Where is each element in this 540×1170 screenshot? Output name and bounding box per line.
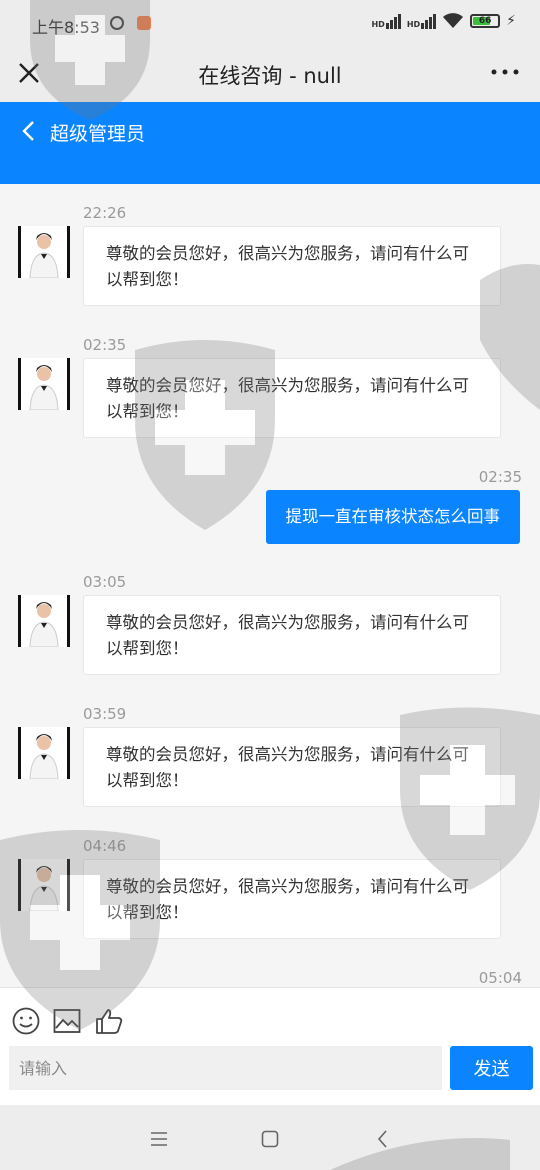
status-time: 上午8:53 — [32, 18, 100, 37]
message-time: 02:35 — [478, 468, 522, 486]
message-time: 03:05 — [83, 573, 127, 591]
emoji-icon[interactable] — [11, 1006, 41, 1036]
chat-header: 超级管理员 — [0, 102, 540, 184]
signal-icon: HD — [371, 13, 401, 29]
message-bubble: 尊敬的会员您好，很高兴为您服务，请问有什么可以帮到您！ — [83, 226, 501, 306]
menu-icon[interactable] — [149, 1129, 169, 1149]
battery-icon: 66 — [470, 14, 501, 28]
back-icon[interactable] — [20, 120, 38, 142]
message-bubble: 尊敬的会员您好，很高兴为您服务，请问有什么可以帮到您！ — [83, 727, 501, 807]
avatar — [18, 226, 70, 278]
charging-icon: ⚡ — [506, 13, 516, 29]
send-button[interactable]: 发送 — [450, 1046, 533, 1090]
message-bubble: 提现一直在审核状态怎么回事 — [265, 490, 520, 544]
home-icon[interactable] — [260, 1129, 280, 1149]
message-time: 05:04 — [478, 969, 522, 987]
chat-area[interactable]: 22:26 尊敬的会员您好，很高兴为您服务，请问有什么可以帮到您！ 02:35 … — [0, 184, 540, 987]
image-icon[interactable] — [52, 1006, 82, 1036]
input-area: 发送 — [0, 987, 540, 1106]
status-indicators: HD HD 66 ⚡ — [371, 13, 516, 29]
avatar — [18, 358, 70, 410]
battery-percent: 66 — [478, 16, 492, 26]
like-icon[interactable] — [94, 1006, 124, 1036]
page-title: 在线咨询 - null — [198, 64, 342, 88]
message-input[interactable] — [9, 1046, 442, 1090]
avatar — [18, 859, 70, 911]
message-bubble: 尊敬的会员您好，很高兴为您服务，请问有什么可以帮到您！ — [83, 595, 501, 675]
message-time: 03:59 — [83, 705, 127, 723]
signal-icon: HD — [406, 13, 437, 29]
more-icon[interactable] — [490, 62, 520, 82]
message-time: 04:46 — [83, 837, 127, 855]
agent-name: 超级管理员 — [50, 123, 146, 145]
wifi-icon — [443, 13, 464, 28]
back-nav-icon[interactable] — [373, 1129, 393, 1149]
message-bubble: 尊敬的会员您好，很高兴为您服务，请问有什么可以帮到您！ — [83, 859, 501, 939]
signal-label: HD — [406, 19, 421, 29]
message-bubble: 尊敬的会员您好，很高兴为您服务，请问有什么可以帮到您！ — [83, 358, 501, 438]
status-bar: 上午8:53 HD HD 66 ⚡ — [0, 0, 540, 48]
system-nav-bar — [0, 1105, 540, 1170]
message-time: 22:26 — [83, 204, 127, 222]
signal-label: HD — [371, 19, 385, 29]
message-time: 02:35 — [83, 336, 127, 354]
avatar — [18, 595, 70, 647]
title-bar: 在线咨询 - null — [0, 48, 540, 102]
alarm-icon — [110, 16, 124, 30]
app-notification-icon — [137, 16, 151, 30]
avatar — [18, 727, 70, 779]
